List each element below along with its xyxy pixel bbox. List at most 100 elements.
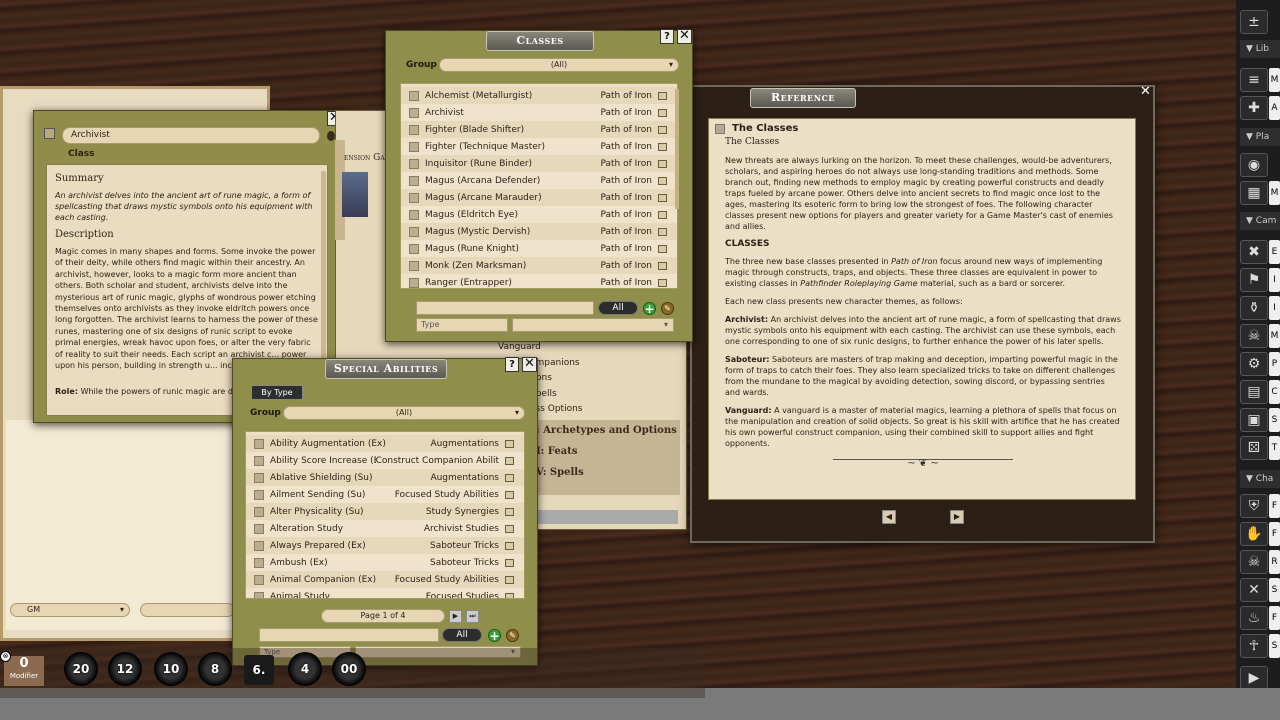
- class-row[interactable]: Alchemist (Metallurgist) Path of Iron: [401, 87, 677, 104]
- sidebar-tab-label[interactable]: M: [1269, 181, 1280, 205]
- group-filter-select[interactable]: (All) ▾: [283, 406, 525, 420]
- edit-icon[interactable]: ✎: [506, 629, 519, 642]
- link-icon[interactable]: [505, 541, 514, 550]
- next-page-button[interactable]: ▶: [950, 510, 964, 524]
- record-checkbox[interactable]: [254, 455, 264, 466]
- record-checkbox[interactable]: [715, 123, 725, 134]
- record-checkbox[interactable]: [254, 438, 264, 449]
- link-icon[interactable]: [658, 125, 667, 134]
- record-checkbox[interactable]: [409, 175, 419, 186]
- d4-icon[interactable]: 4: [288, 652, 322, 686]
- all-filter-button[interactable]: All: [442, 628, 482, 642]
- sidebar-tool-icon[interactable]: ⚄: [1240, 436, 1268, 460]
- record-checkbox[interactable]: [409, 243, 419, 254]
- ability-row[interactable]: Ailment Sending (Su) Focused Study Abilit…: [246, 486, 524, 503]
- sidebar-tab-label[interactable]: I: [1269, 296, 1280, 320]
- type-filter-select[interactable]: ▾: [512, 318, 674, 332]
- ability-row[interactable]: Ablative Shielding (Su) Augmentations: [246, 469, 524, 486]
- record-checkbox[interactable]: [409, 277, 419, 288]
- link-icon[interactable]: [658, 210, 667, 219]
- chat-identity-select[interactable]: GM ▾: [10, 603, 130, 617]
- close-icon[interactable]: ✕: [522, 357, 537, 372]
- link-icon[interactable]: [505, 439, 514, 448]
- link-icon[interactable]: [505, 507, 514, 516]
- book-item[interactable]: ass Options: [530, 402, 680, 418]
- ability-row[interactable]: Animal Study Focused Studies: [246, 588, 524, 598]
- link-icon[interactable]: [658, 176, 667, 185]
- d8-icon[interactable]: 8: [198, 652, 232, 686]
- link-icon[interactable]: [658, 91, 667, 100]
- book-item[interactable]: ompanions: [530, 356, 680, 372]
- scrollbar[interactable]: [675, 89, 679, 209]
- class-row[interactable]: Archivist Path of Iron: [401, 104, 677, 121]
- link-icon[interactable]: [505, 473, 514, 482]
- sidebar-tool-icon[interactable]: ✋: [1240, 522, 1268, 546]
- chapter-item[interactable]: : Archetypes and Options: [536, 420, 680, 441]
- reset-icon[interactable]: ⊗: [0, 651, 11, 662]
- chapter-item[interactable]: I: Feats: [536, 441, 680, 462]
- ability-row[interactable]: Ambush (Ex) Saboteur Tricks: [246, 554, 524, 571]
- sidebar-tool-icon[interactable]: ✖: [1240, 240, 1268, 264]
- sidebar-section-label[interactable]: ▼ Pla: [1240, 128, 1280, 146]
- ability-row[interactable]: Alteration Study Archivist Studies: [246, 520, 524, 537]
- filter-input[interactable]: [259, 628, 439, 642]
- record-checkbox[interactable]: [254, 523, 264, 534]
- sidebar-tool-icon[interactable]: ⚙: [1240, 352, 1268, 376]
- class-row[interactable]: Magus (Eldritch Eye) Path of Iron: [401, 206, 677, 223]
- chat-input[interactable]: [140, 603, 235, 617]
- record-checkbox[interactable]: [409, 107, 419, 118]
- sidebar-tab-label[interactable]: F: [1269, 522, 1280, 546]
- link-icon[interactable]: [658, 193, 667, 202]
- sidebar-section-label[interactable]: ▼ Cam: [1240, 212, 1280, 230]
- record-checkbox[interactable]: [254, 574, 264, 585]
- by-type-button[interactable]: By Type: [251, 385, 303, 400]
- record-checkbox[interactable]: [409, 226, 419, 237]
- sidebar-tab-label[interactable]: I: [1269, 268, 1280, 292]
- record-checkbox[interactable]: [254, 489, 264, 500]
- link-icon[interactable]: [505, 490, 514, 499]
- sidebar-tab-label[interactable]: F: [1269, 606, 1280, 630]
- ability-row[interactable]: Animal Companion (Ex) Focused Study Abili…: [246, 571, 524, 588]
- add-icon[interactable]: +: [488, 629, 501, 642]
- d20-icon[interactable]: 20: [64, 652, 98, 686]
- group-filter-select[interactable]: (All) ▾: [439, 58, 679, 72]
- ability-row[interactable]: Ability Score Increase (Ex)Construct Com…: [246, 452, 524, 469]
- sidebar-tab-label[interactable]: M: [1269, 68, 1280, 92]
- link-icon[interactable]: [505, 524, 514, 533]
- sidebar-tool-icon[interactable]: ⚱: [1240, 296, 1268, 320]
- sidebar-tool-icon[interactable]: ✚: [1240, 96, 1268, 120]
- sidebar-tab-label[interactable]: R: [1269, 550, 1280, 574]
- record-checkbox[interactable]: [409, 124, 419, 135]
- sidebar-tool-icon[interactable]: ✕: [1240, 578, 1268, 602]
- add-icon[interactable]: +: [643, 302, 656, 315]
- sidebar-tool-icon[interactable]: ⛨: [1240, 494, 1268, 518]
- class-row[interactable]: Magus (Mystic Dervish) Path of Iron: [401, 223, 677, 240]
- book-item[interactable]: Spells: [530, 387, 680, 403]
- ability-row[interactable]: Always Prepared (Ex) Saboteur Tricks: [246, 537, 524, 554]
- d100-icon[interactable]: 00: [332, 652, 366, 686]
- edit-icon[interactable]: ✎: [661, 302, 674, 315]
- record-checkbox[interactable]: [409, 158, 419, 169]
- link-icon[interactable]: [658, 227, 667, 236]
- class-row[interactable]: Magus (Arcane Marauder) Path of Iron: [401, 189, 677, 206]
- ability-row[interactable]: Alter Physicality (Su) Study Synergies: [246, 503, 524, 520]
- sidebar-tab-label[interactable]: T: [1269, 436, 1280, 460]
- class-row[interactable]: Ranger (Entrapper) Path of Iron: [401, 274, 677, 288]
- class-row[interactable]: Magus (Rune Knight) Path of Iron: [401, 240, 677, 257]
- sidebar-tool-icon[interactable]: ⚑: [1240, 268, 1268, 292]
- record-checkbox[interactable]: [409, 90, 419, 101]
- record-checkbox[interactable]: [254, 557, 264, 568]
- sidebar-tool-icon[interactable]: ☥: [1240, 634, 1268, 658]
- record-checkbox[interactable]: [409, 260, 419, 271]
- all-filter-button[interactable]: All: [598, 301, 638, 315]
- link-icon[interactable]: [505, 558, 514, 567]
- d12-icon[interactable]: 12: [108, 652, 142, 686]
- class-row[interactable]: Monk (Zen Marksman) Path of Iron: [401, 257, 677, 274]
- record-checkbox[interactable]: [409, 209, 419, 220]
- link-icon[interactable]: [658, 142, 667, 151]
- class-row[interactable]: Inquisitor (Rune Binder) Path of Iron: [401, 155, 677, 172]
- sidebar-tool-icon[interactable]: ▶: [1240, 666, 1268, 690]
- link-icon[interactable]: [505, 456, 514, 465]
- record-checkbox[interactable]: [254, 591, 264, 598]
- sidebar-tool-icon[interactable]: ≡: [1240, 68, 1268, 92]
